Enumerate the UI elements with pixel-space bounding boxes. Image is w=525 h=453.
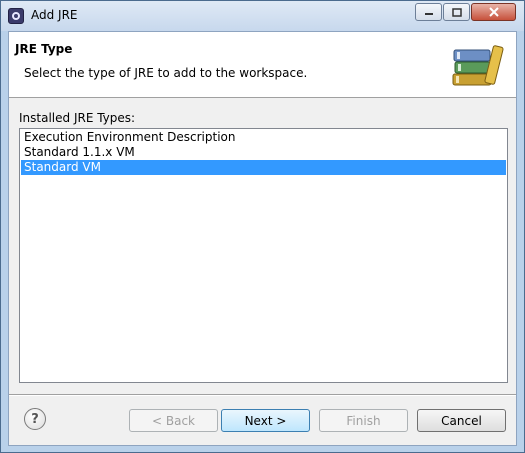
help-button[interactable]: ? (24, 408, 46, 430)
title-bar[interactable]: Add JRE (1, 1, 524, 31)
page-description: Select the type of JRE to add to the wor… (24, 66, 308, 80)
close-button[interactable] (471, 3, 516, 21)
installed-jre-types-label: Installed JRE Types: (19, 111, 136, 125)
back-button[interactable]: < Back (129, 409, 218, 432)
list-item[interactable]: Standard 1.1.x VM (21, 145, 506, 160)
button-bar-separator (9, 394, 516, 396)
finish-button[interactable]: Finish (319, 409, 408, 432)
help-icon: ? (31, 411, 39, 427)
minimize-icon (424, 13, 433, 15)
eclipse-app-icon (8, 8, 24, 24)
close-icon (488, 7, 499, 17)
list-item[interactable]: Execution Environment Description (21, 130, 506, 145)
minimize-button[interactable] (415, 3, 442, 21)
add-jre-window: Add JRE JRE Type Select the type of JRE … (0, 0, 525, 453)
jre-type-list[interactable]: Execution Environment Description Standa… (19, 128, 508, 383)
window-title: Add JRE (31, 8, 78, 22)
page-title: JRE Type (15, 42, 73, 56)
maximize-icon (451, 7, 462, 17)
wizard-header: JRE Type Select the type of JRE to add t… (9, 32, 516, 98)
list-item-selected[interactable]: Standard VM (21, 160, 506, 175)
next-button[interactable]: Next > (221, 409, 310, 432)
dialog-client-area: JRE Type Select the type of JRE to add t… (8, 31, 517, 446)
cancel-button[interactable]: Cancel (417, 409, 506, 432)
books-icon (452, 45, 504, 86)
maximize-button[interactable] (443, 3, 470, 21)
